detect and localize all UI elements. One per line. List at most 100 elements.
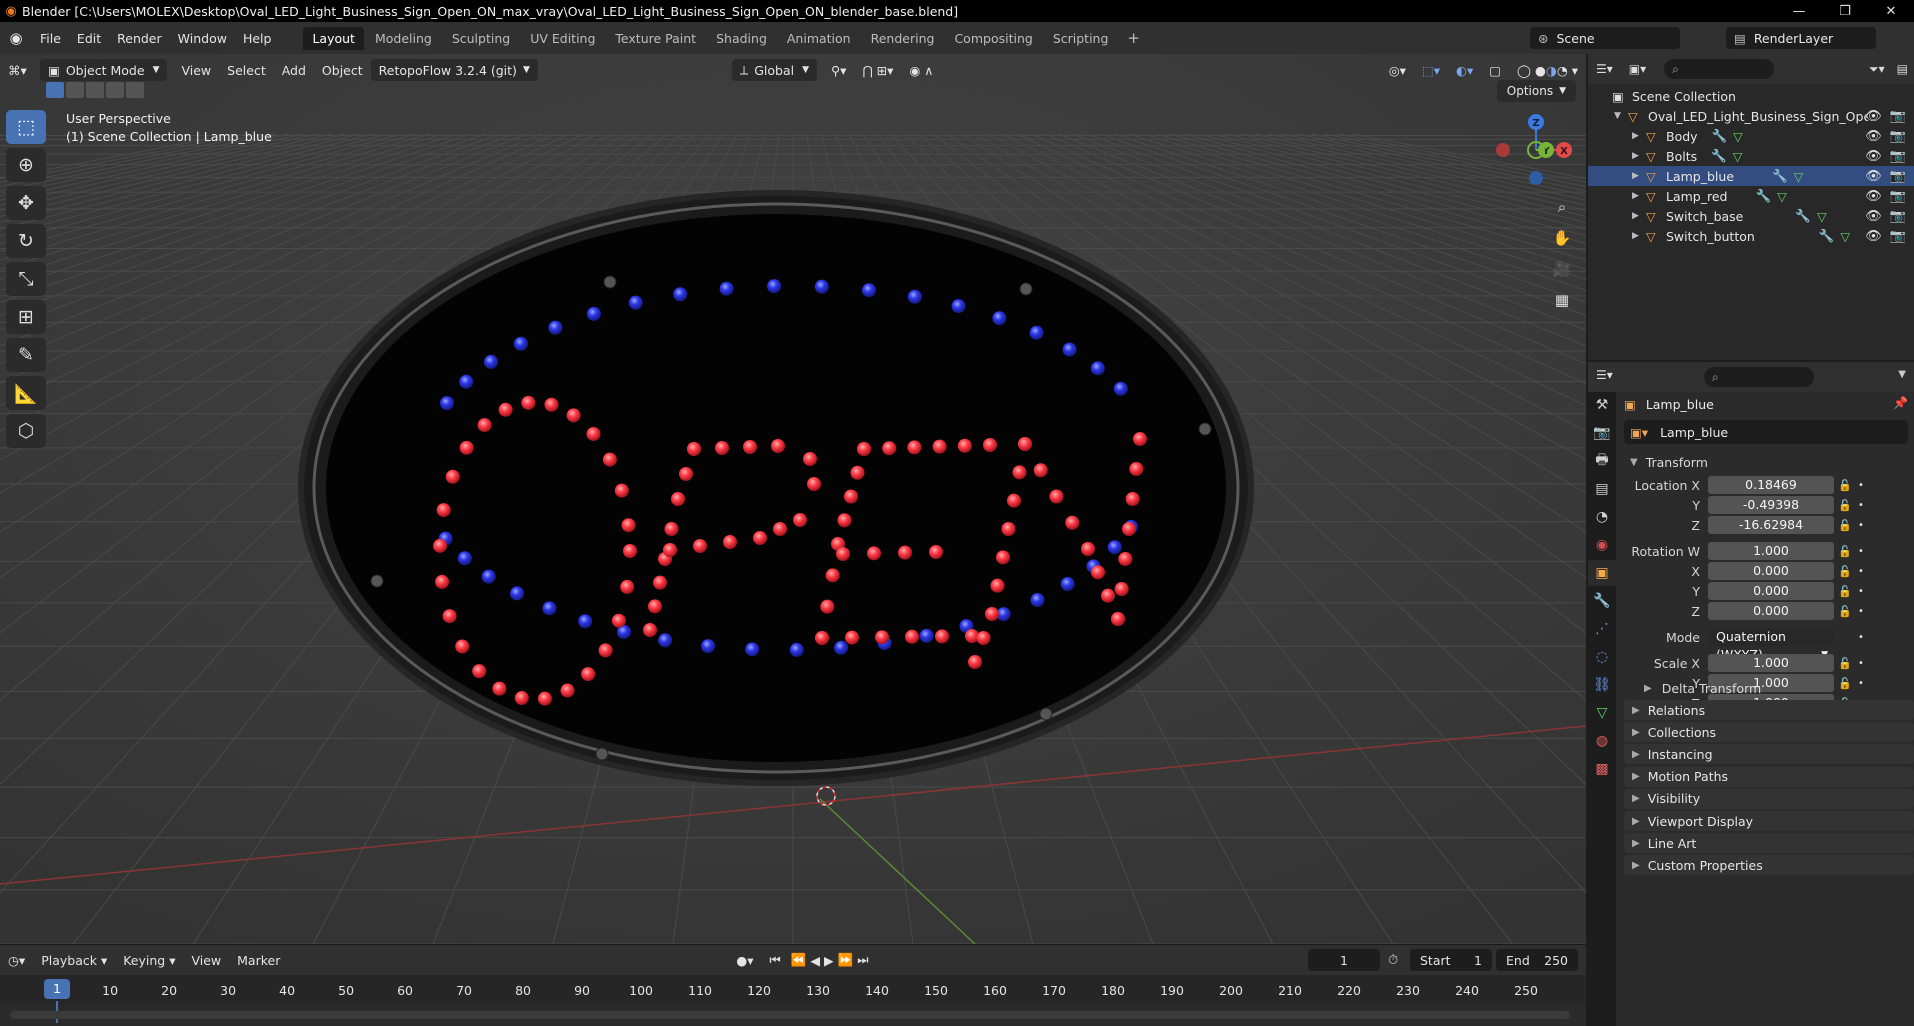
keyframe-dot-icon[interactable]: • xyxy=(1856,606,1866,617)
scale-tool-icon[interactable]: ⤡ xyxy=(6,262,46,296)
tab-compositing[interactable]: Compositing xyxy=(945,27,1041,50)
eye-icon[interactable]: 👁 xyxy=(1865,129,1882,144)
jump-to-start-icon[interactable]: ⏮ xyxy=(762,952,789,968)
location-x-field[interactable]: 0.18469 xyxy=(1708,476,1834,494)
keyframe-dot-icon[interactable]: • xyxy=(1856,658,1866,669)
end-frame-field[interactable]: End 250 xyxy=(1496,949,1578,971)
transform-tool-icon[interactable]: ⊞ xyxy=(6,300,46,334)
mesh-data-icon[interactable]: ▽ xyxy=(1733,129,1743,144)
modifier-icon[interactable]: 🔧 xyxy=(1795,208,1811,224)
outliner-scene-collection[interactable]: ▣ Scene Collection xyxy=(1588,86,1914,106)
modifier-icon[interactable]: 🔧 xyxy=(1819,228,1835,244)
chevron-right-icon[interactable]: ▶ xyxy=(1632,191,1646,201)
chevron-down-icon[interactable]: ▼ xyxy=(1614,111,1628,121)
options-button[interactable]: Options ▼ xyxy=(1496,80,1576,102)
move-tool-icon[interactable]: ✥ xyxy=(6,186,46,220)
chevron-right-icon[interactable]: ▶ xyxy=(1632,151,1646,161)
object-tab-icon[interactable]: ▣ xyxy=(1588,560,1616,586)
prev-keyframe-icon[interactable]: ⏪ xyxy=(789,952,809,968)
viewport-menu-select[interactable]: Select xyxy=(219,59,274,81)
tab-shading[interactable]: Shading xyxy=(707,27,776,50)
minimize-button[interactable]: — xyxy=(1776,4,1822,19)
outliner-item-switch-button[interactable]: ▶ ▽ Switch_button 🔧 ▽ 👁 📷 xyxy=(1588,226,1914,246)
lock-icon[interactable]: 🔓 xyxy=(1834,545,1856,558)
constraints-tab-icon[interactable]: ⛓ xyxy=(1588,672,1616,698)
eye-icon[interactable]: 👁 xyxy=(1865,229,1882,244)
modifier-icon[interactable]: 🔧 xyxy=(1772,168,1788,184)
panel-visibility[interactable]: ▶ Visibility xyxy=(1624,788,1914,809)
panel-line-art[interactable]: ▶ Line Art xyxy=(1624,833,1914,854)
select-intersect-icon[interactable] xyxy=(126,82,144,98)
mesh-data-icon[interactable]: ▽ xyxy=(1817,209,1827,224)
data-tab-icon[interactable]: ▽ xyxy=(1588,700,1616,726)
menu-render[interactable]: Render xyxy=(109,31,170,46)
pivot-point-icon[interactable]: ⚲▾ xyxy=(823,59,854,81)
outliner-search-field[interactable]: ⌕ xyxy=(1664,59,1775,79)
next-keyframe-icon[interactable]: ⏩ xyxy=(836,952,856,968)
camera-render-icon[interactable]: 📷 xyxy=(1890,169,1906,184)
eye-icon[interactable]: 👁 xyxy=(1865,149,1882,164)
view-layer-selector[interactable]: ▤ RenderLayer xyxy=(1726,27,1876,49)
add-cube-tool-icon[interactable]: ⬡ xyxy=(6,414,46,448)
timeline-menu-view[interactable]: View xyxy=(183,953,229,968)
chevron-right-icon[interactable]: ▶ xyxy=(1632,171,1646,181)
panel-instancing[interactable]: ▶ Instancing xyxy=(1624,744,1914,765)
camera-render-icon[interactable]: 📷 xyxy=(1890,129,1906,144)
rotation-y-field[interactable]: 0.000 xyxy=(1708,582,1834,600)
menu-window[interactable]: Window xyxy=(170,31,235,46)
transform-panel-header[interactable]: ▼ Transform xyxy=(1624,452,1708,472)
lock-icon[interactable]: 🔓 xyxy=(1834,657,1856,670)
outliner-item-bolts[interactable]: ▶ ▽ Bolts 🔧 ▽ 👁 📷 xyxy=(1588,146,1914,166)
visibility-icon[interactable]: ◎▾ xyxy=(1381,59,1414,81)
start-frame-field[interactable]: Start 1 xyxy=(1410,949,1492,971)
datablock-field[interactable]: ▣▾ Lamp_blue xyxy=(1624,420,1908,444)
frame-ruler[interactable]: 1 10 20 30 40 50 60 70 80 90 100 110 120 130 140 150 160… xyxy=(0,975,1586,1005)
eye-icon[interactable]: 👁 xyxy=(1865,169,1882,184)
location-y-field[interactable]: -0.49398 xyxy=(1708,496,1834,514)
outliner-editor-type-icon[interactable]: ☰▾ xyxy=(1588,62,1621,76)
mode-selector[interactable]: ▣ Object Mode ▼ xyxy=(40,59,168,81)
modifier-icon[interactable]: 🔧 xyxy=(1711,148,1727,164)
select-extend-icon[interactable] xyxy=(66,82,84,98)
close-button[interactable]: ✕ xyxy=(1868,4,1914,19)
mesh-data-icon[interactable]: ▽ xyxy=(1733,149,1743,164)
particles-tab-icon[interactable]: ⋰ xyxy=(1588,616,1616,642)
timeline-menu-playback[interactable]: Playback ▾ xyxy=(33,953,115,968)
keyframe-dot-icon[interactable]: • xyxy=(1856,500,1866,511)
keyframe-dot-icon[interactable]: • xyxy=(1856,480,1866,491)
play-icon[interactable]: ▶ xyxy=(822,953,836,968)
outliner-item-lamp-red[interactable]: ▶ ▽ Lamp_red 🔧 ▽ 👁 📷 xyxy=(1588,186,1914,206)
eye-icon[interactable]: 👁 xyxy=(1865,189,1882,204)
lock-icon[interactable]: 🔓 xyxy=(1834,585,1856,598)
select-box-tool-icon[interactable]: ⬚ xyxy=(6,110,46,144)
texture-tab-icon[interactable]: ▩ xyxy=(1588,756,1616,782)
outliner-item-lamp-blue[interactable]: ▶ ▽ Lamp_blue 🔧 ▽ 👁 📷 xyxy=(1588,166,1914,186)
camera-render-icon[interactable]: 📷 xyxy=(1890,209,1906,224)
rotate-tool-icon[interactable]: ↻ xyxy=(6,224,46,258)
blender-menu-icon[interactable]: ◉ xyxy=(0,29,32,47)
transform-orientation[interactable]: ⟂ Global ▼ xyxy=(731,59,817,81)
keyframe-dot-icon[interactable]: • xyxy=(1856,566,1866,577)
keyframe-dot-icon[interactable]: • xyxy=(1856,586,1866,597)
measure-tool-icon[interactable]: 📐 xyxy=(6,376,46,410)
gizmo-toggle-icon[interactable]: ⬚▾ xyxy=(1414,59,1448,81)
zoom-icon[interactable]: ⌕ xyxy=(1548,193,1576,221)
add-workspace-button[interactable]: + xyxy=(1119,29,1148,47)
panel-viewport-display[interactable]: ▶ Viewport Display xyxy=(1624,811,1914,831)
viewport-menu-object[interactable]: Object xyxy=(314,59,371,81)
overlay-toggle-icon[interactable]: ◐▾ xyxy=(1448,59,1481,81)
chevron-down-icon[interactable]: ▼ xyxy=(1898,369,1906,380)
cursor-tool-icon[interactable]: ⊕ xyxy=(6,148,46,182)
viewport-menu-view[interactable]: View xyxy=(173,59,219,81)
current-frame-field[interactable]: 1 xyxy=(1308,949,1380,971)
viewport-menu-add[interactable]: Add xyxy=(274,59,314,81)
gizmo-neg-z[interactable] xyxy=(1529,171,1543,185)
camera-render-icon[interactable]: 📷 xyxy=(1890,189,1906,204)
camera-render-icon[interactable]: 📷 xyxy=(1890,149,1906,164)
panel-relations[interactable]: ▶ Relations xyxy=(1624,700,1914,720)
xray-icon[interactable]: ▢ xyxy=(1481,59,1509,81)
rotation-z-field[interactable]: 0.000 xyxy=(1708,602,1834,620)
tab-scripting[interactable]: Scripting xyxy=(1044,27,1118,50)
chevron-right-icon[interactable]: ▶ xyxy=(1632,131,1646,141)
modifier-icon[interactable]: 🔧 xyxy=(1755,188,1771,204)
